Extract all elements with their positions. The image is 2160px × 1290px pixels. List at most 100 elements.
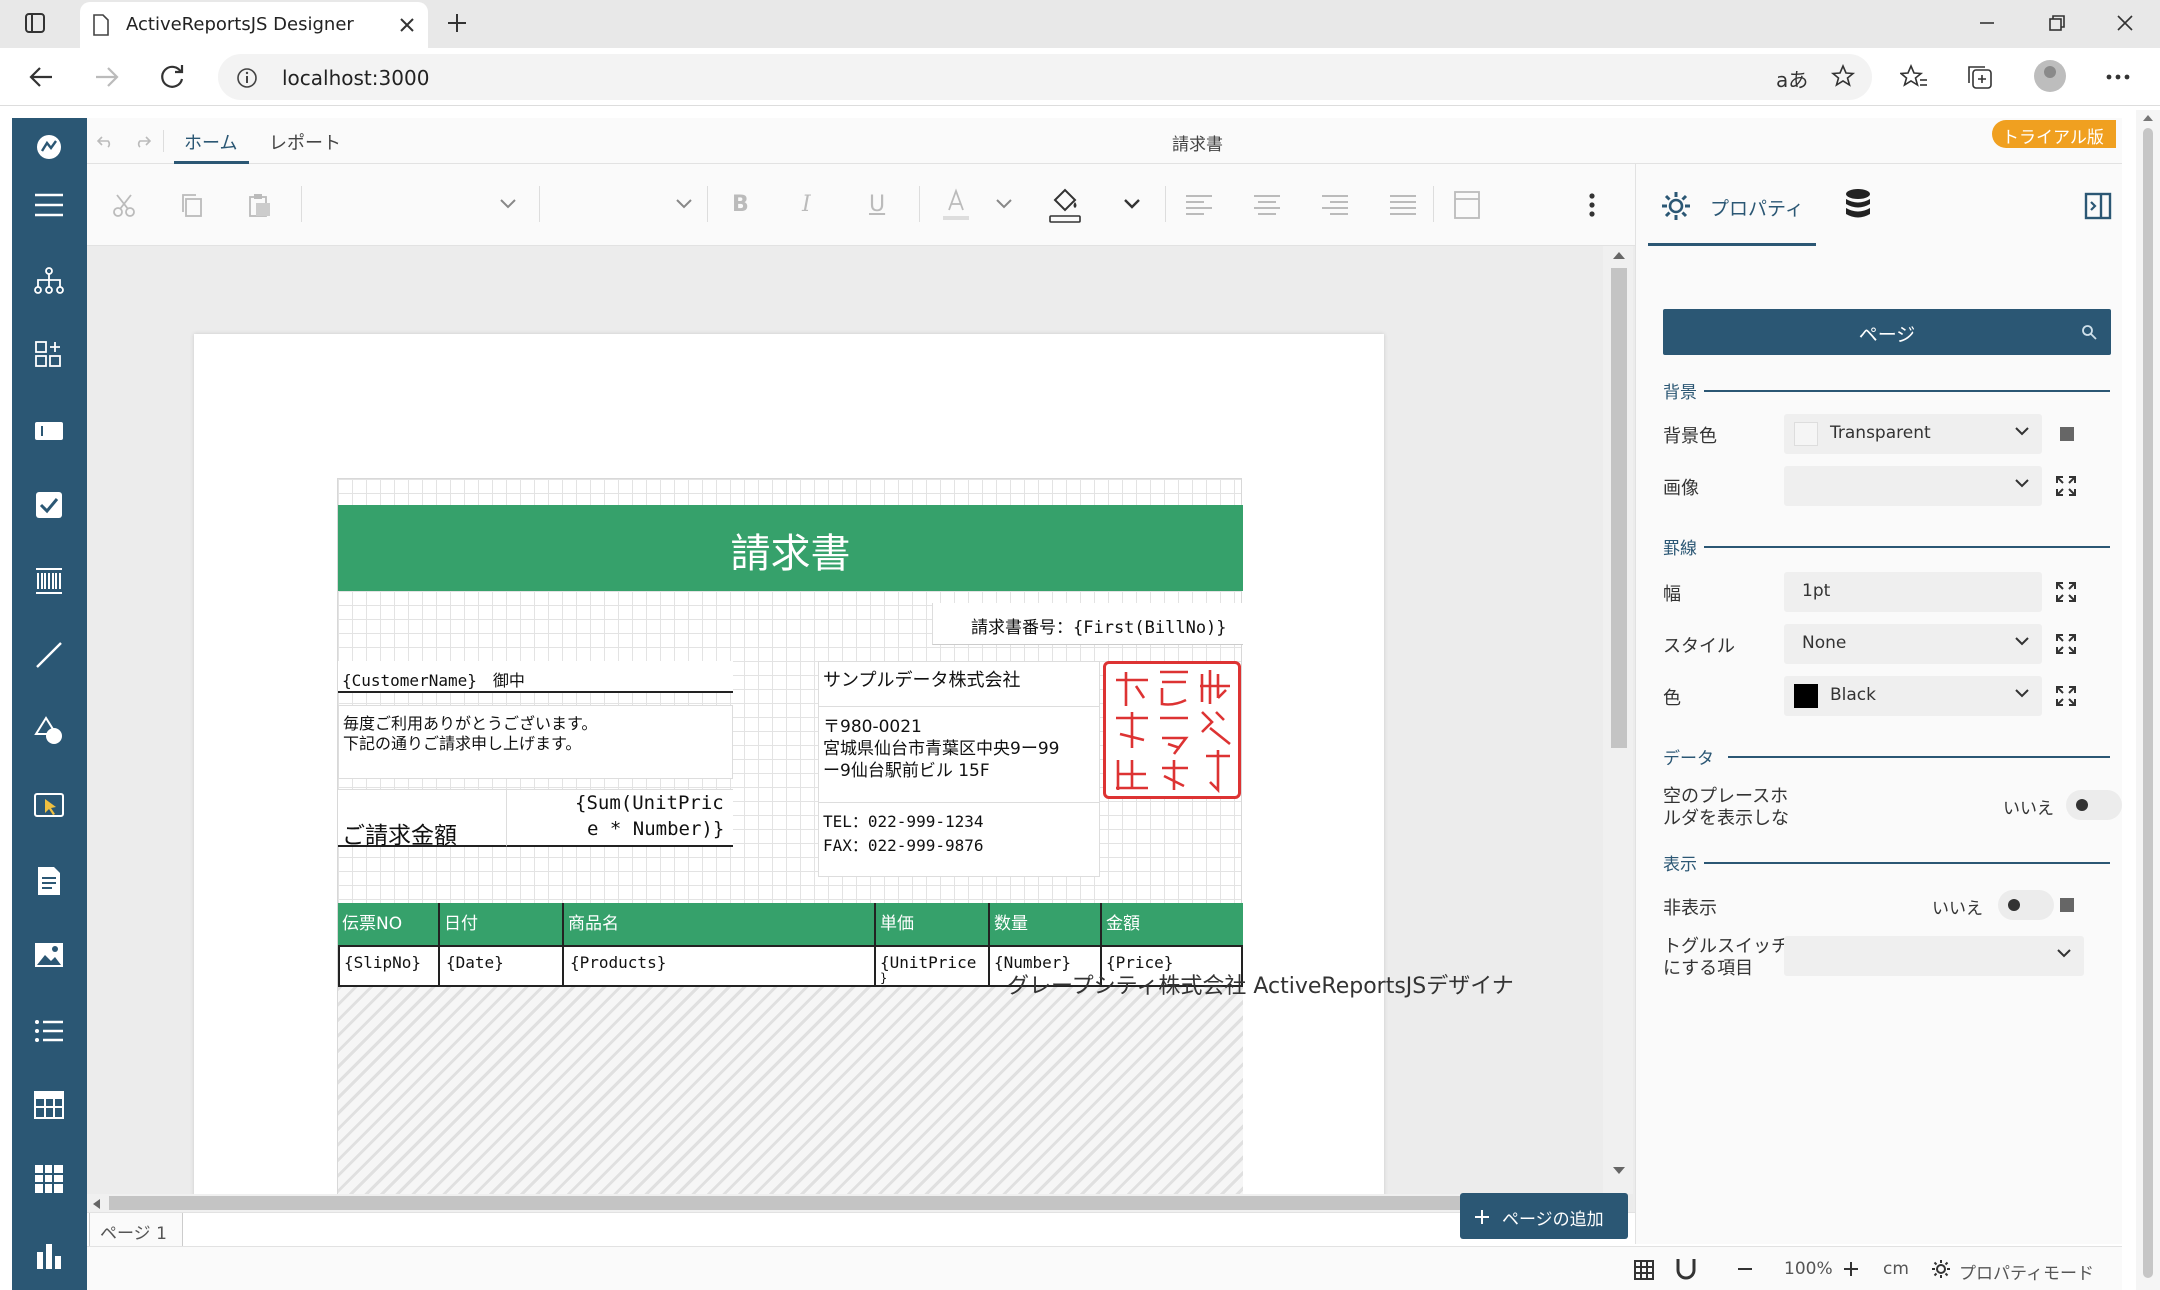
chart-tool-icon[interactable] <box>32 1238 66 1272</box>
report-page[interactable]: 請求書 請求書番号：{First(BillNo)} {CustomerName}… <box>194 334 1384 1247</box>
scroll-left-icon[interactable] <box>91 1198 101 1210</box>
align-justify-icon[interactable] <box>1389 194 1417 216</box>
url-field[interactable]: localhost:3000 aあ <box>218 54 1872 100</box>
company-seal[interactable] <box>1103 661 1241 799</box>
profile-avatar[interactable] <box>2034 60 2066 92</box>
hamburger-menu-icon[interactable] <box>32 188 66 222</box>
barcode-tool-icon[interactable] <box>32 564 66 598</box>
add-page-button[interactable]: ページの追加 <box>1460 1193 1628 1239</box>
expand-icon[interactable] <box>2054 632 2080 658</box>
border-style-select[interactable]: None <box>1784 624 2042 664</box>
new-tab-icon[interactable] <box>446 12 468 34</box>
richtext-tool-icon[interactable] <box>32 864 66 898</box>
tab-properties[interactable]: プロパティ <box>1648 164 1816 246</box>
sidebar-toggle-icon[interactable] <box>24 12 46 34</box>
image-select[interactable] <box>1784 466 2042 506</box>
object-selector[interactable]: ページ <box>1663 309 2111 355</box>
amount-label-box[interactable]: ご請求金額 <box>338 789 506 849</box>
border-width-input[interactable]: 1pt <box>1784 572 2042 612</box>
page-layout-icon[interactable] <box>1453 190 1481 220</box>
toggle-item-select[interactable] <box>1784 936 2084 976</box>
read-aloud-icon[interactable]: aあ <box>1776 64 1808 93</box>
fill-color-icon[interactable] <box>1047 186 1083 224</box>
show-empty-placeholder-toggle[interactable] <box>2066 790 2122 820</box>
minimize-icon[interactable] <box>1978 14 1996 32</box>
italic-button[interactable]: I <box>802 192 811 217</box>
border-color-select[interactable]: Black <box>1784 676 2042 716</box>
more-vertical-icon[interactable] <box>1588 192 1596 218</box>
grid-icon[interactable] <box>1633 1259 1655 1281</box>
back-icon[interactable] <box>28 64 54 90</box>
image-tool-icon[interactable] <box>32 938 66 972</box>
font-size-select[interactable] <box>549 186 699 224</box>
table-tool-icon[interactable] <box>32 1088 66 1122</box>
expand-icon[interactable] <box>2054 474 2080 500</box>
close-tab-icon[interactable] <box>400 18 414 32</box>
amount-value-box[interactable]: {Sum(UnitPric e * Number)} <box>506 789 733 847</box>
reset-square-icon[interactable] <box>2060 427 2074 441</box>
page-tab[interactable]: ページ 1 <box>89 1213 183 1247</box>
horizontal-scroll-thumb[interactable] <box>109 1196 1579 1210</box>
favorite-add-icon[interactable] <box>1830 64 1856 90</box>
browser-scrollbar[interactable] <box>2136 110 2160 1290</box>
browser-tab[interactable]: ActiveReportsJS Designer <box>80 2 428 48</box>
paste-icon[interactable] <box>247 192 273 218</box>
underline-button[interactable]: U <box>869 192 885 217</box>
search-icon[interactable] <box>2081 324 2097 340</box>
bg-color-select[interactable]: Transparent <box>1784 414 2042 454</box>
expand-icon[interactable] <box>2054 580 2080 606</box>
align-right-icon[interactable] <box>1321 194 1349 216</box>
scroll-up-icon[interactable] <box>1612 250 1626 260</box>
checkbox-tool-icon[interactable] <box>32 488 66 522</box>
undo-icon[interactable] <box>97 134 113 148</box>
chevron-down-icon[interactable] <box>995 198 1013 210</box>
horizontal-scrollbar[interactable] <box>87 1194 1603 1212</box>
design-canvas[interactable]: 請求書 請求書番号：{First(BillNo)} {CustomerName}… <box>87 246 1635 1247</box>
font-family-select[interactable] <box>311 186 531 224</box>
snap-magnet-icon[interactable] <box>1675 1257 1697 1281</box>
scroll-up-icon[interactable] <box>2142 114 2154 122</box>
chevron-down-icon[interactable] <box>1123 198 1141 210</box>
copy-icon[interactable] <box>179 192 205 218</box>
components-icon[interactable] <box>32 338 66 372</box>
info-icon[interactable] <box>236 67 258 89</box>
app-logo-icon[interactable] <box>32 130 66 164</box>
reload-icon[interactable] <box>160 64 186 90</box>
scroll-down-icon[interactable] <box>1612 1166 1626 1176</box>
data-source-icon[interactable] <box>1844 188 1872 222</box>
collections-icon[interactable] <box>1966 64 1994 90</box>
align-center-icon[interactable] <box>1253 194 1281 216</box>
bold-button[interactable]: B <box>732 192 749 217</box>
textbox-tool-icon[interactable] <box>32 414 66 448</box>
align-left-icon[interactable] <box>1185 194 1213 216</box>
vertical-scroll-thumb[interactable] <box>1611 268 1627 748</box>
report-explorer-icon[interactable] <box>32 264 66 298</box>
vertical-scrollbar[interactable] <box>1603 246 1633 1194</box>
tab-report[interactable]: レポート <box>259 118 349 164</box>
cut-icon[interactable] <box>111 192 137 218</box>
expand-icon[interactable] <box>2054 684 2080 710</box>
forward-icon[interactable] <box>94 64 120 90</box>
favorites-icon[interactable] <box>1900 64 1928 90</box>
browser-scroll-thumb[interactable] <box>2143 128 2153 1278</box>
font-color-icon[interactable] <box>939 186 973 222</box>
title-band[interactable]: 請求書 <box>338 505 1243 591</box>
bill-number-textbox[interactable]: 請求書番号：{First(BillNo)} <box>932 603 1243 645</box>
unit-selector[interactable]: cm <box>1883 1259 1909 1279</box>
more-icon[interactable] <box>2106 74 2130 80</box>
line-tool-icon[interactable] <box>32 638 66 672</box>
hidden-toggle[interactable] <box>1998 890 2054 920</box>
list-tool-icon[interactable] <box>32 1014 66 1048</box>
greeting-textbox[interactable]: 毎度ご利用ありがとうございます。 下記の通りご請求申し上げます。 <box>338 705 733 779</box>
tab-home[interactable]: ホーム <box>174 118 249 164</box>
company-info-box[interactable]: サンプルデータ株式会社 〒980-0021 宮城県仙台市青葉区中央9ー99 ー9… <box>818 661 1100 877</box>
customer-textbox[interactable]: {CustomerName} 御中 <box>338 661 733 693</box>
panel-collapse-icon[interactable] <box>2084 192 2112 220</box>
reset-square-icon[interactable] <box>2060 898 2074 912</box>
tablix-tool-icon[interactable] <box>32 1162 66 1196</box>
redo-icon[interactable] <box>135 134 151 148</box>
close-window-icon[interactable] <box>2116 14 2134 32</box>
zoom-out-icon[interactable] <box>1737 1267 1753 1271</box>
input-field-tool-icon[interactable] <box>32 788 66 822</box>
restore-icon[interactable] <box>2048 14 2066 32</box>
